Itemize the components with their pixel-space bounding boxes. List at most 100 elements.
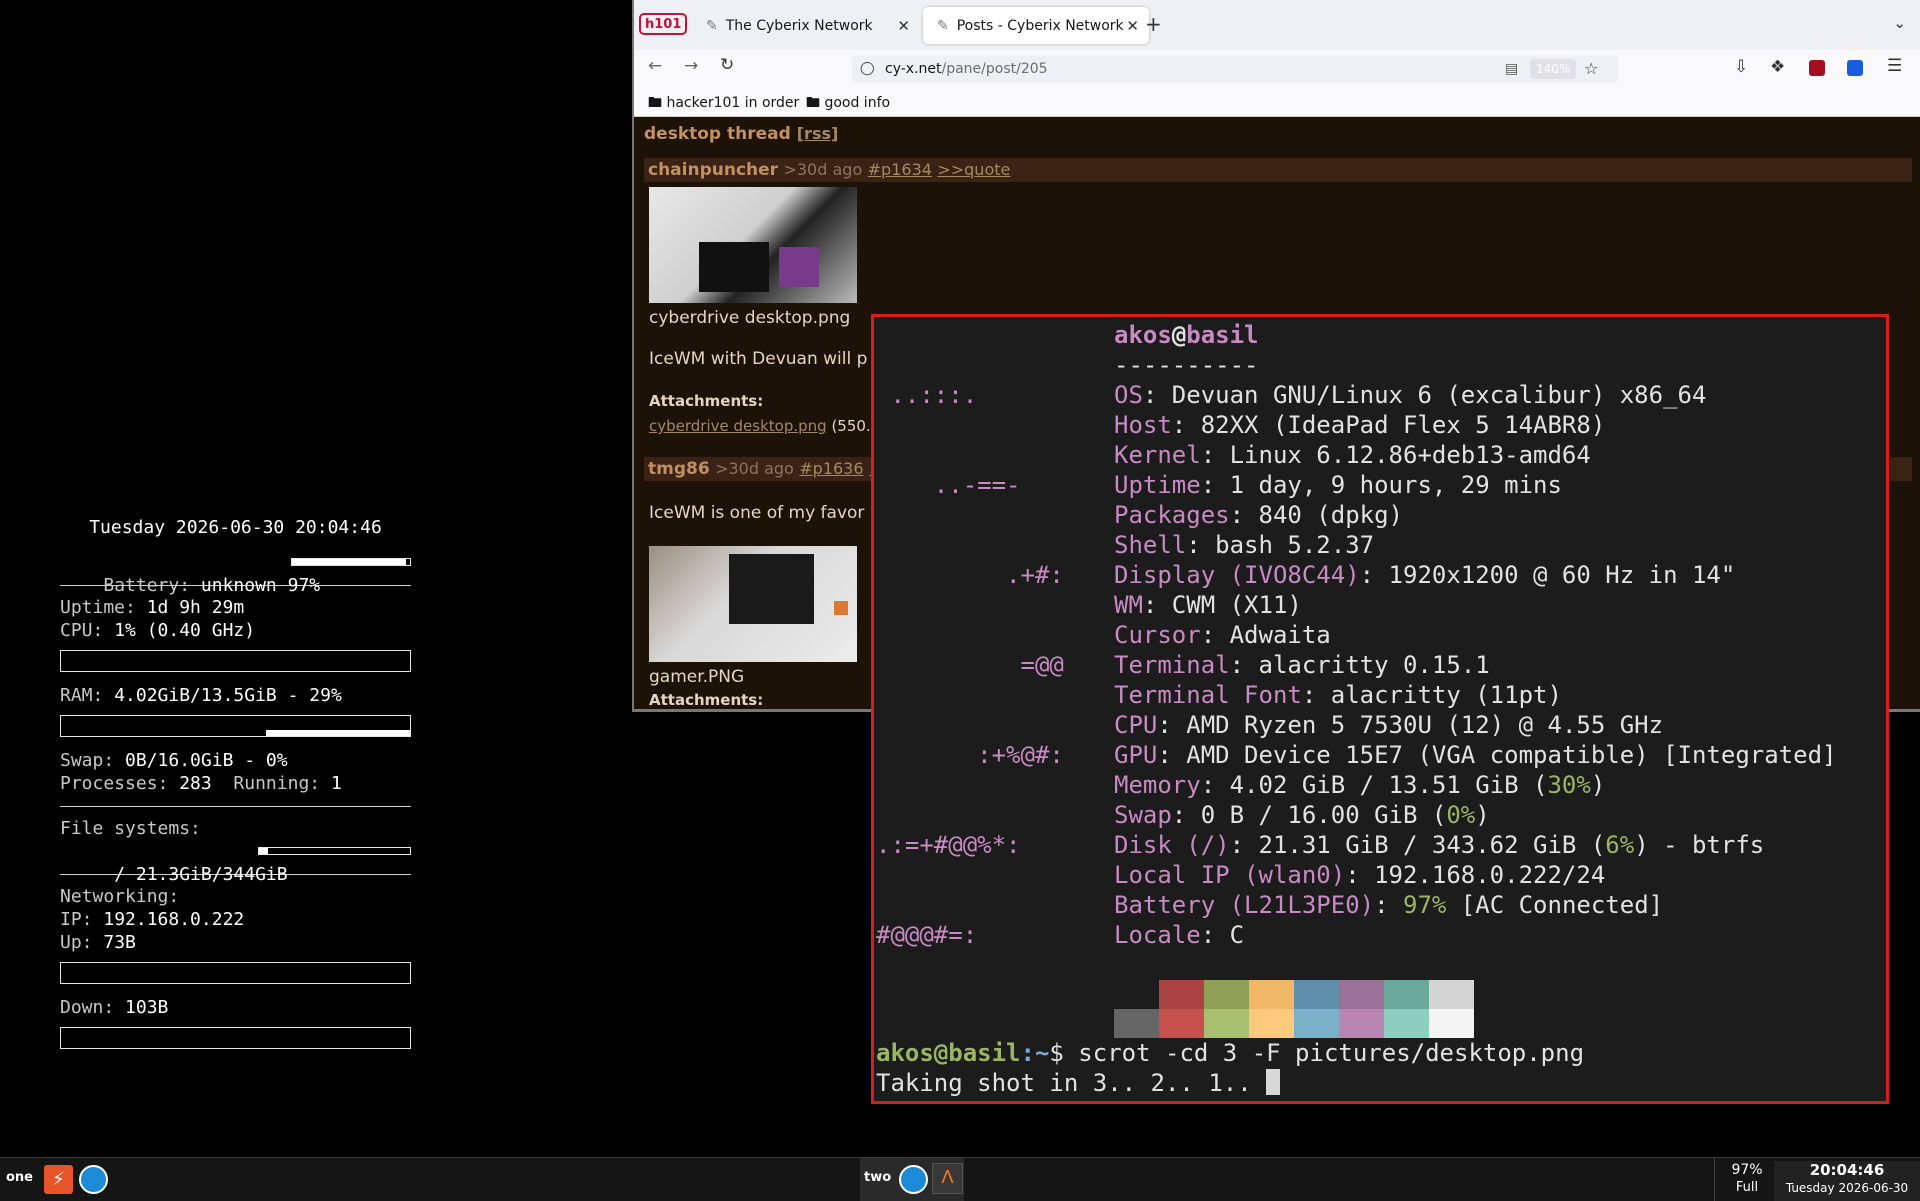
tray-divider [1714, 1158, 1715, 1201]
close-icon[interactable]: ✕ [897, 17, 910, 35]
thread-title: desktop thread [644, 124, 791, 144]
pinned-tab-h101[interactable]: h101 [639, 13, 688, 35]
browser-launcher-icon[interactable] [79, 1165, 108, 1194]
fetch-cursor: Cursor: Adwaita [1114, 621, 1331, 649]
url-bar[interactable]: ◯ cy-x.net/pane/post/205 ▤ 140% ☆ [852, 55, 1618, 83]
palette-swatch [1114, 980, 1159, 1009]
launcher-icon[interactable]: ⚡ [44, 1165, 73, 1194]
cpu-value: 1% (0.40 GHz) [114, 620, 256, 641]
ram-graph [60, 715, 411, 737]
palette-swatch [1114, 1009, 1159, 1038]
tab-posts-cyberix[interactable]: ✎ Posts - Cyberix Network ✕ [923, 7, 1149, 44]
post-username[interactable]: chainpuncher [648, 160, 778, 180]
ram-label: RAM: [60, 685, 104, 706]
fetch-cpu: CPU: AMD Ryzen 5 7530U (12) @ 4.55 GHz [1114, 711, 1664, 739]
terminal-window[interactable]: ..:::. ..-==- .+#: =@@ :+%@#: .:=+#@@%*:… [871, 314, 1889, 1104]
battery-indicator[interactable]: 97% Full [1724, 1161, 1770, 1197]
workspace-two[interactable]: two [864, 1170, 891, 1185]
palette-swatch [1429, 980, 1474, 1009]
zoom-level[interactable]: 140% [1530, 59, 1577, 79]
fetch-display: Display (IVO8C44): 1920x1200 @ 60 Hz in … [1114, 561, 1736, 589]
tab-label: The Cyberix Network [725, 17, 873, 34]
post-username[interactable]: tmg86 [648, 459, 710, 479]
conky-net-label: Networking: [60, 886, 180, 907]
bitwarden-icon[interactable] [1847, 60, 1863, 76]
divider [60, 806, 411, 807]
fetch-packages: Packages: 840 (dpkg) [1114, 501, 1403, 529]
conky-processes: Processes: 283 Running: 1 [60, 772, 411, 795]
close-icon[interactable]: ✕ [1126, 17, 1139, 35]
text-cursor [1266, 1069, 1281, 1095]
post-id-link[interactable]: #p1636 [799, 459, 863, 478]
fs-bar [258, 847, 411, 855]
menu-icon[interactable]: ☰ [1887, 56, 1902, 76]
quote-link[interactable]: >>quote [937, 160, 1010, 179]
post-image-thumbnail[interactable] [649, 546, 857, 662]
running-label: Running: [233, 773, 321, 794]
conky-panel: Tuesday 2026-06-30 20:04:46 Battery: unk… [60, 516, 411, 1061]
fetch-disk: Disk (/): 21.31 GiB / 343.62 GiB (6%) - … [1114, 831, 1765, 859]
distro-logo: ..:::. ..-==- .+#: =@@ :+%@#: .:=+#@@%*:… [876, 381, 1064, 949]
ublock-icon[interactable] [1809, 60, 1825, 76]
reader-view-icon[interactable]: ▤ [1505, 55, 1518, 83]
uptime-value: 1d 9h 29m [146, 597, 245, 618]
palette-swatch [1294, 980, 1339, 1009]
browser-task-icon[interactable] [899, 1165, 928, 1194]
prompt-symbol: $ [1049, 1039, 1064, 1067]
post-id-link[interactable]: #p1634 [868, 160, 932, 179]
palette-swatch [1204, 980, 1249, 1009]
fetch-shell: Shell: bash 5.2.37 [1114, 531, 1375, 559]
rss-link[interactable]: [rss] [797, 124, 839, 143]
image-caption: gamer.PNG [649, 667, 745, 687]
reload-icon[interactable]: ↻ [720, 55, 734, 75]
fetch-title: akos@basil [1114, 321, 1259, 349]
folder-icon: 🖿 [648, 95, 662, 111]
workspace-one[interactable]: one [6, 1170, 33, 1185]
fetch-kernel: Kernel: Linux 6.12.86+deb13-amd64 [1114, 441, 1591, 469]
swap-label: Swap: [60, 750, 115, 771]
ram-value: 4.02GiB/13.5GiB - 29% [114, 685, 342, 706]
new-tab-icon[interactable]: + [1145, 12, 1162, 36]
terminal-task-icon[interactable]: Λ [932, 1163, 963, 1194]
folder-icon: 🖿 [806, 95, 820, 111]
attachment-link[interactable]: cyberdrive desktop.png [649, 417, 827, 435]
palette-swatch [1249, 1009, 1294, 1038]
palette-swatch [1159, 980, 1204, 1009]
downloads-icon[interactable]: ⇩ [1734, 57, 1748, 77]
fetch-wm: WM: CWM (X11) [1114, 591, 1302, 619]
bookmark-folder-hacker101[interactable]: 🖿 hacker101 in order [648, 92, 799, 116]
bookmark-star-icon[interactable]: ☆ [1584, 55, 1598, 83]
bookmark-folder-good-info[interactable]: 🖿 good info [806, 92, 890, 116]
fetch-locale: Locale: C [1114, 921, 1245, 949]
clock-time: 20:04:46 [1809, 1161, 1885, 1179]
conky-datetime: Tuesday 2026-06-30 20:04:46 [89, 517, 382, 538]
tab-label: Posts - Cyberix Network [956, 17, 1124, 34]
fetch-memory: Memory: 4.02 GiB / 13.51 GiB (30%) [1114, 771, 1606, 799]
cpu-graph [60, 650, 411, 672]
url-host: cy-x.net [885, 61, 942, 77]
post-image-thumbnail[interactable] [649, 187, 857, 303]
back-icon[interactable]: ← [648, 56, 662, 76]
extensions-icon[interactable]: ❖ [1770, 57, 1785, 77]
clock[interactable]: 20:04:46 Tuesday 2026-06-30 [1774, 1161, 1920, 1201]
bookmarks-toolbar: 🖿 hacker101 in order 🖿 good info [634, 86, 1920, 117]
conky-ip: IP: 192.168.0.222 [60, 908, 411, 931]
post-age: >30d ago [783, 160, 863, 179]
attachments-label: Attachments: [649, 691, 764, 709]
tab-cyberix-network[interactable]: ✎ The Cyberix Network ✕ [692, 7, 920, 44]
palette-swatch [1294, 1009, 1339, 1038]
forward-icon[interactable]: → [684, 56, 698, 76]
battery-percent: 97% [1731, 1162, 1763, 1178]
tab-pin-icon: ✎ [937, 17, 949, 34]
battery-label: Battery: [103, 575, 191, 596]
tab-list-chevron-icon[interactable]: ⌄ [1893, 14, 1906, 32]
task-group: two Λ [860, 1158, 964, 1201]
fetch-gpu: GPU: AMD Device 15E7 (VGA compatible) [I… [1114, 741, 1837, 769]
battery-bar [291, 558, 411, 566]
conky-swap: Swap: 0B/16.0GiB - 0% [60, 749, 411, 772]
palette-swatch [1339, 1009, 1384, 1038]
palette-swatch [1159, 1009, 1204, 1038]
shield-icon[interactable]: ◯ [860, 55, 875, 83]
shell-prompt-line: akos@basil:~$ scrot -cd 3 -F pictures/de… [876, 1038, 1584, 1068]
conky-ram: RAM: 4.02GiB/13.5GiB - 29% [60, 684, 411, 707]
